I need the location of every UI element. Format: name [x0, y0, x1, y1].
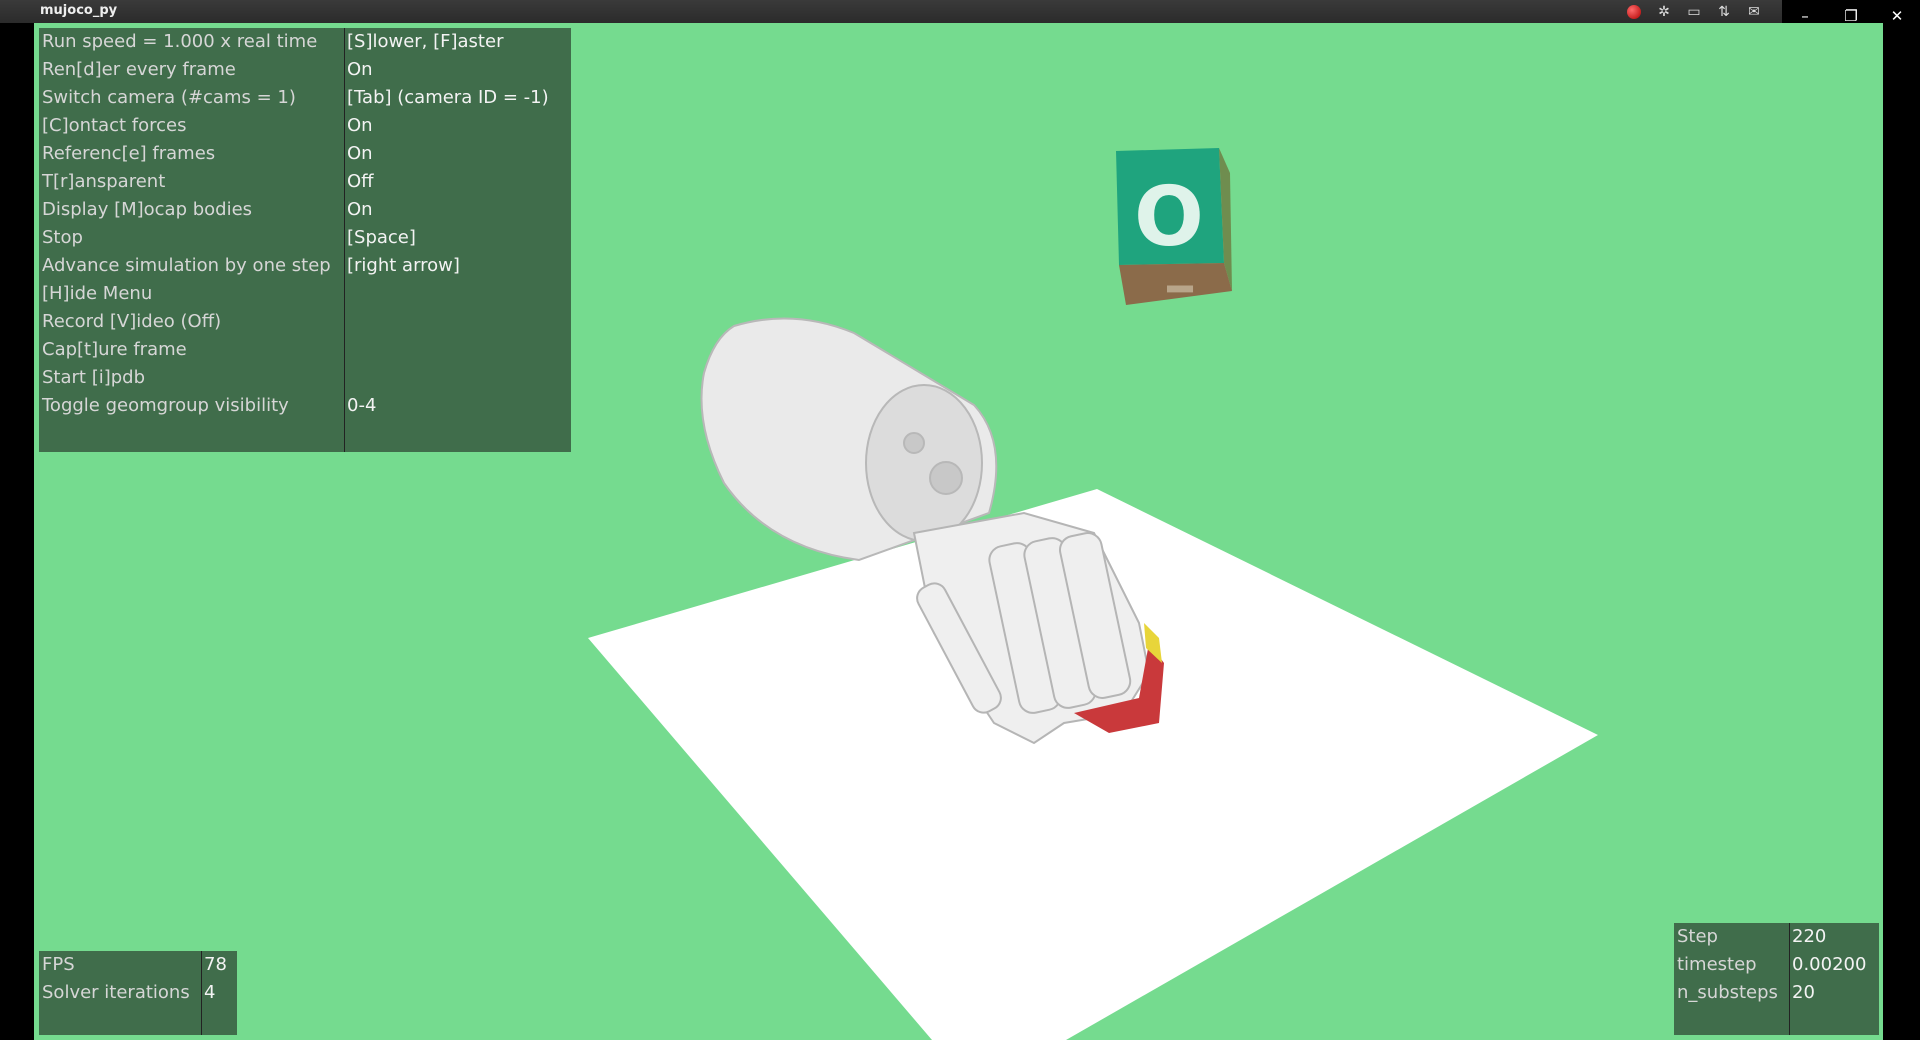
row-label: Start [i]pdb: [42, 367, 146, 388]
row-label: Advance simulation by one step: [42, 255, 331, 276]
row-label: Cap[t]ure frame: [42, 339, 187, 360]
row-label: [H]ide Menu: [42, 283, 153, 304]
row-label: timestep: [1677, 954, 1757, 975]
row-value: On: [347, 199, 373, 220]
row-label: T[r]ansparent: [42, 171, 166, 192]
row-value: [Space]: [347, 227, 416, 248]
row-label: Step: [1677, 926, 1718, 947]
row-value: [right arrow]: [347, 255, 460, 276]
cube-letter-o: O: [1134, 170, 1204, 265]
row-value: Off: [347, 171, 374, 192]
fps-panel: FPS 78 Solver iterations 4: [39, 951, 237, 1035]
row-label: n_substeps: [1677, 982, 1778, 1003]
cube-letter-i: I: [1158, 282, 1199, 295]
row-value: 78: [204, 954, 227, 975]
menu-divider: [344, 28, 345, 452]
right-border: [1883, 23, 1920, 1040]
menu-panel: Run speed = 1.000 x real time [S]lower, […: [39, 28, 571, 452]
step-panel: Step 220 timestep 0.00200 n_substeps 20: [1674, 923, 1879, 1035]
settings-icon[interactable]: ✲: [1653, 3, 1675, 21]
row-value: 0.00200: [1792, 954, 1867, 975]
record-icon[interactable]: [1627, 5, 1641, 19]
row-label: FPS: [42, 954, 75, 975]
menu-grid: Run speed = 1.000 x real time [S]lower, […: [39, 28, 571, 420]
fps-grid: FPS 78 Solver iterations 4: [39, 951, 237, 1007]
robot-forearm: [700, 317, 998, 562]
row-value: [344, 308, 571, 336]
row-label: Run speed = 1.000 x real time: [42, 31, 318, 52]
row-label: Ren[d]er every frame: [42, 59, 236, 80]
left-border: [0, 23, 34, 1040]
row-label: [C]ontact forces: [42, 115, 187, 136]
row-value: On: [347, 59, 373, 80]
row-value: 20: [1792, 982, 1815, 1003]
title-bar: mujoco_py ✲ ▭ ⇅ ✉: [0, 0, 1920, 23]
row-value: 220: [1792, 926, 1827, 947]
row-value: 0-4: [347, 395, 377, 416]
row-label: Switch camera (#cams = 1): [42, 87, 296, 108]
mail-icon[interactable]: ✉: [1743, 3, 1765, 21]
row-label: Record [V]ideo (Off): [42, 311, 222, 332]
target-cube: O I: [1116, 148, 1232, 305]
row-value: On: [347, 115, 373, 136]
row-label: Toggle geomgroup visibility: [42, 395, 289, 416]
simulation-viewport[interactable]: O I Run speed = 1.000 x real time [S]lowe…: [34, 23, 1883, 1040]
network-icon[interactable]: ⇅: [1713, 3, 1735, 21]
window-title: mujoco_py: [40, 3, 118, 18]
row-label: Display [M]ocap bodies: [42, 199, 253, 220]
step-grid: Step 220 timestep 0.00200 n_substeps 20: [1674, 923, 1879, 1007]
row-value: [344, 364, 571, 392]
row-label: Stop: [42, 227, 83, 248]
row-value: [Tab] (camera ID = -1): [347, 87, 549, 108]
fps-divider: [201, 951, 202, 1035]
row-value: [S]lower, [F]aster: [347, 31, 504, 52]
system-tray: ✲ ▭ ⇅ ✉: [1623, 2, 1765, 22]
step-divider: [1789, 923, 1790, 1035]
row-label: Solver iterations: [42, 982, 190, 1003]
row-value: On: [347, 143, 373, 164]
row-label: Referenc[e] frames: [42, 143, 216, 164]
row-value: [344, 336, 571, 364]
keyboard-icon[interactable]: ▭: [1683, 3, 1705, 21]
row-value: [344, 280, 571, 308]
row-value: 4: [204, 982, 216, 1003]
